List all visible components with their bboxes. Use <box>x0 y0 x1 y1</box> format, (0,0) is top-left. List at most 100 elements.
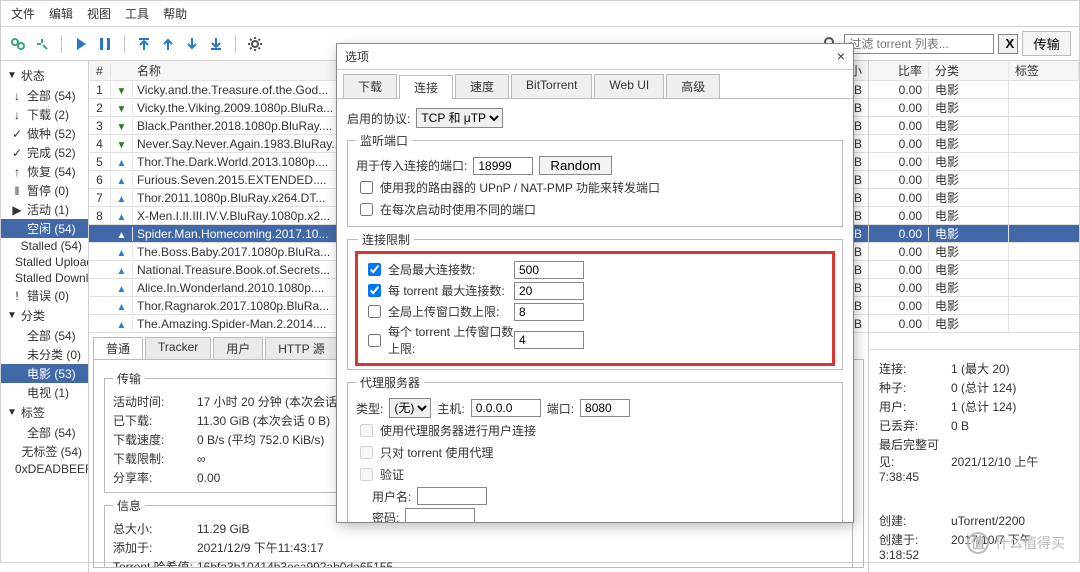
direction-icon: ▲ <box>117 176 127 187</box>
pause-icon[interactable] <box>96 35 114 53</box>
resume-icon[interactable] <box>72 35 90 53</box>
right-row[interactable]: 0.00电影 <box>869 117 1079 135</box>
proxy-fieldset: 代理服务器 类型: (无) 主机: 端口: 使用代理服务器进行用户连接 只对 t… <box>347 374 843 522</box>
direction-icon: ▼ <box>117 86 127 97</box>
sidebar-status-item-0[interactable]: ↓全部 (54) <box>1 86 88 105</box>
menu-help[interactable]: 帮助 <box>163 5 187 22</box>
sidebar-status-item-9[interactable]: Stalled Uploadi... <box>1 254 88 270</box>
sidebar-category-item-2[interactable]: 电影 (53) <box>1 364 88 383</box>
right-row[interactable]: 0.00电影 <box>869 135 1079 153</box>
dialog-tab-0[interactable]: 下载 <box>343 74 397 98</box>
dialog-tab-5[interactable]: 高级 <box>666 74 720 98</box>
open-torrent-icon[interactable] <box>9 35 27 53</box>
proxy-user-input[interactable] <box>417 487 487 505</box>
global-upload-slots-checkbox[interactable] <box>368 305 381 318</box>
sidebar-status-item-7[interactable]: 空闲 (54) <box>1 219 88 238</box>
detail-tab-3[interactable]: HTTP 源 <box>265 337 337 359</box>
proxy-pass-input[interactable] <box>405 508 475 522</box>
proxy-port-input[interactable] <box>580 399 630 417</box>
right-row[interactable]: 0.00电影 <box>869 207 1079 225</box>
sidebar-status-item-5[interactable]: ‖暂停 (0) <box>1 181 88 200</box>
menu-file[interactable]: 文件 <box>11 5 35 22</box>
sidebar-category-item-0[interactable]: 全部 (54) <box>1 326 88 345</box>
sidebar-status-header[interactable]: ▼状态 <box>1 65 88 86</box>
proxy-only-torrent-checkbox[interactable]: 只对 torrent 使用代理 <box>356 443 493 462</box>
clear-filter-button[interactable]: X <box>998 34 1018 54</box>
sidebar-status-item-2[interactable]: ✓做种 (52) <box>1 124 88 143</box>
chevron-down-icon: ▼ <box>7 407 17 418</box>
sidebar-category-header[interactable]: ▼分类 <box>1 305 88 326</box>
settings-icon[interactable] <box>246 35 264 53</box>
protocol-select[interactable]: TCP 和 μTP <box>416 108 503 128</box>
right-row[interactable]: 0.00电影 <box>869 315 1079 333</box>
right-row[interactable]: 0.00电影 <box>869 297 1079 315</box>
per-torrent-max-conn-checkbox[interactable] <box>368 284 381 297</box>
move-down-icon[interactable] <box>183 35 201 53</box>
sidebar-category-item-1[interactable]: 未分类 (0) <box>1 345 88 364</box>
options-dialog: 选项 × 下载连接速度BitTorrentWeb UI高级 启用的协议: TCP… <box>336 43 854 523</box>
detail-tab-1[interactable]: Tracker <box>145 337 211 359</box>
sidebar-tags-header[interactable]: ▼标签 <box>1 402 88 423</box>
transfer-button[interactable]: 传输 <box>1022 31 1071 56</box>
add-url-icon[interactable] <box>33 35 51 53</box>
right-row[interactable]: 0.00电影 <box>869 261 1079 279</box>
sidebar-status-item-10[interactable]: Stalled Downlo... <box>1 270 88 286</box>
menu-tools[interactable]: 工具 <box>125 5 149 22</box>
right-row[interactable]: 0.00电影 <box>869 99 1079 117</box>
close-icon[interactable]: × <box>837 48 845 65</box>
sidebar-status-item-3[interactable]: ✓完成 (52) <box>1 143 88 162</box>
sidebar-item-label: 恢复 (54) <box>27 163 76 180</box>
listen-port-input[interactable] <box>473 157 533 175</box>
dialog-tab-1[interactable]: 连接 <box>399 75 453 99</box>
sidebar-item-label: 电视 (1) <box>27 384 69 401</box>
detail-tab-2[interactable]: 用户 <box>213 337 263 359</box>
per-torrent-upload-slots-checkbox[interactable] <box>368 334 381 347</box>
random-start-checkbox[interactable]: 在每次启动时使用不同的端口 <box>356 200 536 219</box>
global-max-conn-checkbox[interactable] <box>368 263 381 276</box>
right-row[interactable]: 0.00电影 <box>869 171 1079 189</box>
filter-input[interactable] <box>844 34 994 54</box>
direction-icon: ▼ <box>117 122 127 133</box>
right-row[interactable]: 0.00电影 <box>869 81 1079 99</box>
dialog-tab-2[interactable]: 速度 <box>455 74 509 98</box>
move-top-icon[interactable] <box>135 35 153 53</box>
sidebar-status-item-11[interactable]: !错误 (0) <box>1 286 88 305</box>
dialog-tab-3[interactable]: BitTorrent <box>511 74 592 98</box>
sidebar-category-item-3[interactable]: 电视 (1) <box>1 383 88 402</box>
right-row[interactable]: 0.00电影 <box>869 189 1079 207</box>
right-row[interactable]: 0.00电影 <box>869 243 1079 261</box>
direction-icon: ▲ <box>117 284 127 295</box>
proxy-peer-conn-checkbox[interactable]: 使用代理服务器进行用户连接 <box>356 421 536 440</box>
sidebar-item-label: 暂停 (0) <box>27 182 69 199</box>
sidebar-item-label: 全部 (54) <box>27 327 76 344</box>
move-bottom-icon[interactable] <box>207 35 225 53</box>
random-port-button[interactable]: Random <box>539 156 611 175</box>
global-max-conn-input[interactable] <box>514 261 584 279</box>
menu-edit[interactable]: 编辑 <box>49 5 73 22</box>
right-row[interactable]: 0.00电影 <box>869 279 1079 297</box>
right-row[interactable]: 0.00电影 <box>869 153 1079 171</box>
sidebar-item-label: Stalled Uploadi... <box>15 255 88 269</box>
move-up-icon[interactable] <box>159 35 177 53</box>
global-upload-slots-input[interactable] <box>514 303 584 321</box>
dialog-tab-4[interactable]: Web UI <box>594 74 664 98</box>
upnp-checkbox[interactable]: 使用我的路由器的 UPnP / NAT-PMP 功能来转发端口 <box>356 178 660 197</box>
sidebar-status-item-1[interactable]: ↓下载 (2) <box>1 105 88 124</box>
proxy-auth-checkbox[interactable]: 验证 <box>356 465 404 484</box>
proxy-type-select[interactable]: (无) <box>389 398 431 418</box>
per-torrent-max-conn-input[interactable] <box>514 282 584 300</box>
proxy-host-input[interactable] <box>471 399 541 417</box>
separator <box>235 35 236 53</box>
watermark-logo-icon: 值 <box>967 532 989 554</box>
right-row[interactable]: 0.00电影 <box>869 225 1079 243</box>
sidebar-tag-item-2[interactable]: 0xDEADBEEF (0) <box>1 461 88 477</box>
per-torrent-upload-slots-input[interactable] <box>514 331 584 349</box>
sidebar-tag-item-0[interactable]: 全部 (54) <box>1 423 88 442</box>
sidebar-status-item-4[interactable]: ↑恢复 (54) <box>1 162 88 181</box>
sidebar-status-item-6[interactable]: ▶活动 (1) <box>1 200 88 219</box>
detail-tab-0[interactable]: 普通 <box>93 337 143 359</box>
sidebar-status-item-8[interactable]: Stalled (54) <box>1 238 88 254</box>
menu-view[interactable]: 视图 <box>87 5 111 22</box>
sidebar-tag-item-1[interactable]: 无标签 (54) <box>1 442 88 461</box>
sidebar-item-label: 全部 (54) <box>27 424 76 441</box>
